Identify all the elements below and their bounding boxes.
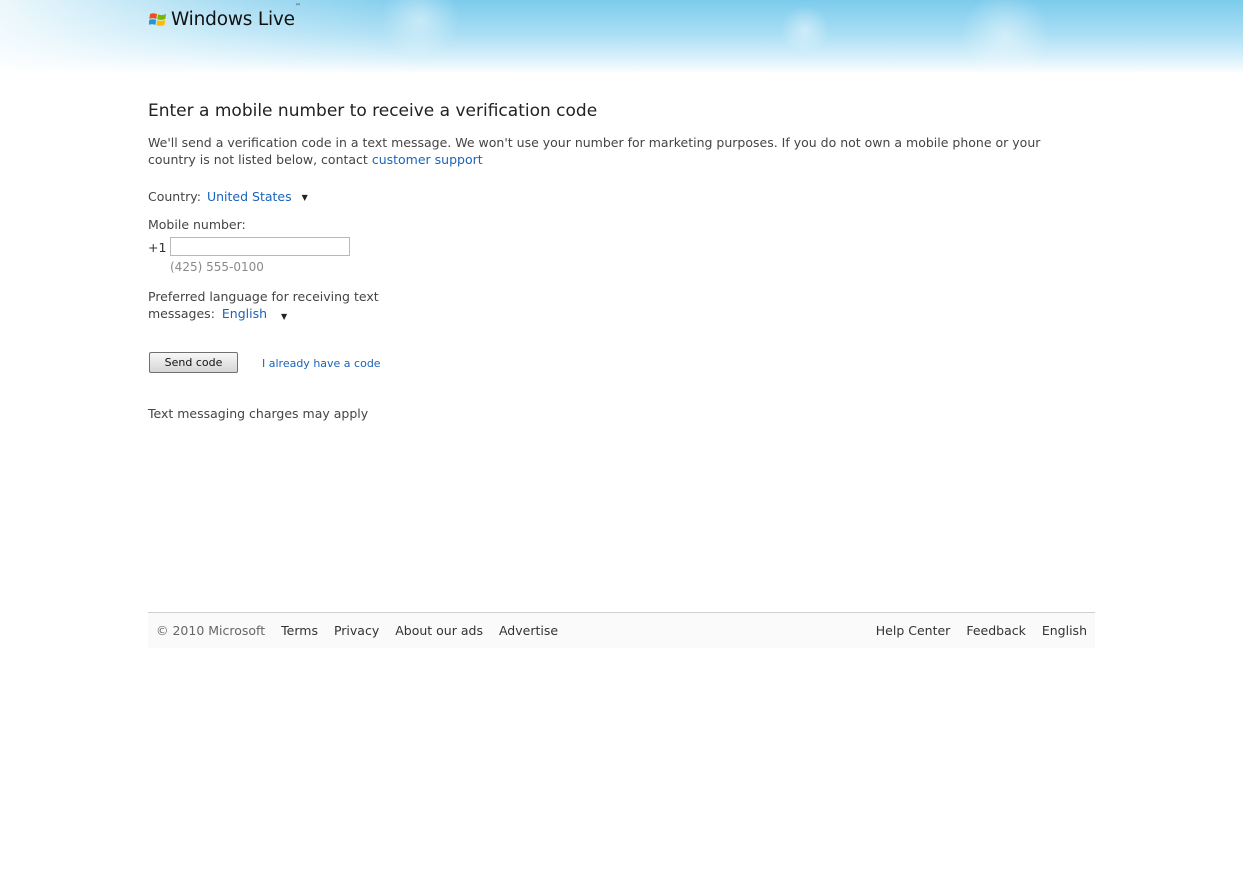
- page-title: Enter a mobile number to receive a verif…: [148, 101, 598, 121]
- language-row: Preferred language for receiving text me…: [148, 288, 408, 324]
- footer-link-terms[interactable]: Terms: [281, 623, 318, 638]
- country-select[interactable]: United States: [207, 189, 292, 204]
- footer-right-links: Help Center Feedback English: [860, 623, 1087, 638]
- footer-link-feedback[interactable]: Feedback: [966, 623, 1026, 638]
- chevron-down-icon[interactable]: ▼: [281, 312, 287, 321]
- logo-text: Windows Live™: [171, 3, 301, 30]
- copyright-text: © 2010 Microsoft: [156, 623, 266, 638]
- header-bubble: [780, 5, 830, 55]
- footer-link-privacy[interactable]: Privacy: [334, 623, 379, 638]
- customer-support-link[interactable]: customer support: [372, 152, 483, 167]
- country-label: Country:: [148, 189, 201, 204]
- header-bubble: [960, 0, 1050, 74]
- mobile-number-label: Mobile number:: [148, 217, 246, 232]
- country-code-prefix: +1: [148, 240, 167, 255]
- phone-format-hint: (425) 555-0100: [170, 260, 264, 274]
- already-have-code-link[interactable]: I already have a code: [262, 357, 381, 370]
- footer-left-links: © 2010 Microsoft Terms Privacy About our…: [156, 623, 574, 638]
- chevron-down-icon[interactable]: ▼: [302, 193, 308, 202]
- windows-live-logo[interactable]: Windows Live™: [149, 3, 301, 30]
- intro-text: We'll send a verification code in a text…: [148, 135, 1041, 167]
- mobile-number-input[interactable]: [170, 237, 350, 256]
- send-code-button[interactable]: Send code: [149, 352, 238, 373]
- footer-link-advertise[interactable]: Advertise: [499, 623, 558, 638]
- footer-link-language[interactable]: English: [1042, 623, 1087, 638]
- windows-flag-icon: [149, 11, 167, 29]
- charges-note: Text messaging charges may apply: [148, 406, 369, 421]
- footer: © 2010 Microsoft Terms Privacy About our…: [148, 612, 1095, 648]
- header-banner: Windows Live™: [0, 0, 1243, 74]
- language-select[interactable]: English: [222, 306, 267, 321]
- footer-link-about-ads[interactable]: About our ads: [395, 623, 483, 638]
- footer-link-help-center[interactable]: Help Center: [876, 623, 951, 638]
- country-row: Country: United States ▼: [148, 189, 308, 204]
